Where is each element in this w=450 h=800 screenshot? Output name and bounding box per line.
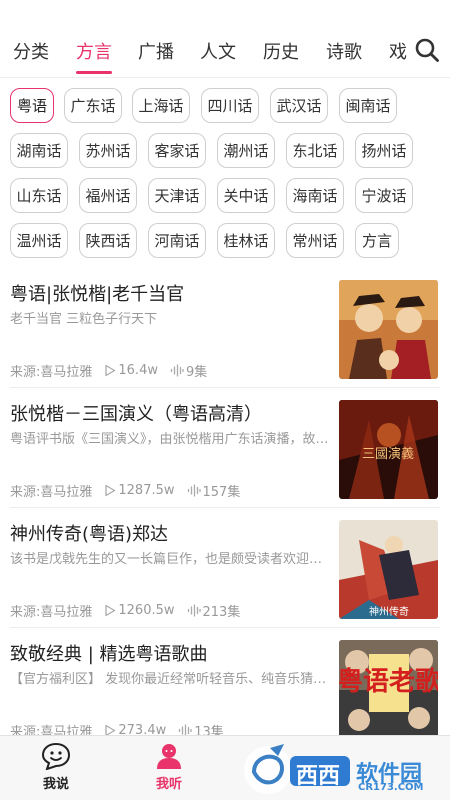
play-icon: [105, 364, 116, 377]
tab-opera[interactable]: 戏: [389, 38, 407, 64]
active-tab-indicator: [76, 71, 112, 74]
tab-dialect[interactable]: 方言: [76, 38, 112, 64]
tab-history[interactable]: 历史: [263, 38, 299, 64]
play-icon: [105, 604, 116, 617]
episode-count-value: 157集: [202, 485, 241, 500]
audio-wave-icon: [170, 364, 184, 377]
watermark-url: CR173.COM: [358, 782, 424, 793]
album-item[interactable]: 粤语|张悦楷|老千当官 老千当官 三粒色子行天下 来源:喜马拉雅 16.4w 9…: [0, 268, 450, 388]
episode-count-value: 9集: [185, 365, 208, 380]
chip-guanzhonghua[interactable]: 关中话: [217, 178, 275, 213]
dialect-chip-grid: 粤语 广东话 上海话 四川话 武汉话 闽南话 湖南话 苏州话 客家话 潮州话 东…: [0, 78, 450, 268]
chip-henanhua[interactable]: 河南话: [148, 223, 206, 258]
chip-fuzhouhua[interactable]: 福州话: [79, 178, 137, 213]
play-count-value: 1287.5w: [118, 483, 175, 498]
album-cover: 三國演義: [339, 400, 438, 499]
album-title: 张悦楷－三国演义（粤语高清）: [10, 404, 262, 425]
album-title: 神州传奇(粤语)郑达: [10, 524, 169, 545]
tab-poetry[interactable]: 诗歌: [326, 38, 362, 64]
album-meta: 来源:喜马拉雅 1287.5w 157集: [10, 481, 252, 500]
audio-wave-icon: [187, 604, 201, 617]
cover-title: 神州传奇: [369, 605, 409, 618]
site-watermark: 西西 软件园 CR173.COM: [240, 742, 450, 800]
play-count: 1260.5w: [104, 603, 175, 618]
episode-count: 157集: [187, 481, 241, 500]
chip-suzhouhua[interactable]: 苏州话: [79, 133, 137, 168]
album-title: 粤语|张悦楷|老千当官: [10, 284, 185, 305]
album-cover: 神州传奇: [339, 520, 438, 619]
chip-changzhouhua[interactable]: 常州话: [286, 223, 344, 258]
album-description: 粤语评书版《三国演义》，由张悦楷用广东话演播，故事…: [10, 432, 332, 447]
album-description: 【官方福利区】 发现你最近经常听轻音乐、纯音乐猜…: [10, 672, 327, 687]
top-tab-bar: 分类 方言 广播 人文 历史 诗歌 戏: [0, 0, 450, 78]
chip-hunanhua[interactable]: 湖南话: [10, 133, 68, 168]
episode-count: 213集: [187, 601, 241, 620]
episode-count-value: 213集: [202, 605, 241, 620]
album-item[interactable]: 致敬经典 | 精选粤语歌曲 【官方福利区】 发现你最近经常听轻音乐、纯音乐猜… …: [0, 628, 450, 748]
chip-wuhanhua[interactable]: 武汉话: [270, 88, 328, 123]
nav-listen[interactable]: 我听: [139, 742, 199, 798]
chip-kejiahua[interactable]: 客家话: [148, 133, 206, 168]
album-description: 老千当官 三粒色子行天下: [10, 312, 158, 327]
tab-category[interactable]: 分类: [13, 38, 49, 64]
chip-guilinhua[interactable]: 桂林话: [217, 223, 275, 258]
chip-tianjinhua[interactable]: 天津话: [148, 178, 206, 213]
category-tabs: 分类 方言 广播 人文 历史 诗歌 戏: [0, 0, 410, 78]
album-meta: 来源:喜马拉雅 1260.5w 213集: [10, 601, 252, 620]
cover-title: 三國演義: [362, 446, 414, 462]
nav-speak[interactable]: 我说: [26, 742, 86, 798]
album-source: 来源:喜马拉雅: [10, 365, 93, 380]
chip-minnanhua[interactable]: 闽南话: [339, 88, 397, 123]
album-description: 该书是戊戟先生的又一长篇巨作，也是颇受读者欢迎的…: [10, 552, 332, 567]
tab-broadcast[interactable]: 广播: [138, 38, 174, 64]
chip-sichuanhua[interactable]: 四川话: [201, 88, 259, 123]
search-button[interactable]: [414, 37, 440, 63]
chat-face-icon: [41, 742, 71, 770]
chip-shaanxihua[interactable]: 陕西话: [79, 223, 137, 258]
chip-fangyan[interactable]: 方言: [355, 223, 399, 258]
album-source: 来源:喜马拉雅: [10, 485, 93, 500]
chip-chaozhouhua[interactable]: 潮州话: [217, 133, 275, 168]
nav-listen-label: 我听: [155, 777, 182, 792]
album-cover: 粤语老歌: [339, 640, 438, 739]
album-source: 来源:喜马拉雅: [10, 605, 93, 620]
album-item[interactable]: 张悦楷－三国演义（粤语高清） 粤语评书版《三国演义》，由张悦楷用广东话演播，故事…: [0, 388, 450, 508]
chip-shanghaihua[interactable]: 上海话: [132, 88, 190, 123]
play-count: 1287.5w: [104, 483, 175, 498]
watermark-main: 西西: [296, 764, 341, 789]
chip-yueyu[interactable]: 粤语: [10, 88, 54, 123]
chip-ningbohua[interactable]: 宁波话: [355, 178, 413, 213]
chip-wenzhouhua[interactable]: 温州话: [10, 223, 68, 258]
album-cover: [339, 280, 438, 379]
play-icon: [105, 484, 116, 497]
album-title: 致敬经典 | 精选粤语歌曲: [10, 644, 208, 665]
chip-yangzhouhua[interactable]: 扬州话: [355, 133, 413, 168]
play-count-value: 16.4w: [118, 363, 158, 378]
cover-title: 粤语老歌: [339, 666, 438, 697]
play-count-value: 1260.5w: [118, 603, 175, 618]
play-count: 16.4w: [104, 363, 158, 378]
tab-humanities[interactable]: 人文: [200, 38, 236, 64]
chip-dongbeihua[interactable]: 东北话: [286, 133, 344, 168]
album-item[interactable]: 神州传奇(粤语)郑达 该书是戊戟先生的又一长篇巨作，也是颇受读者欢迎的… 来源:…: [0, 508, 450, 628]
user-icon: [157, 744, 181, 769]
album-meta: 来源:喜马拉雅 16.4w 9集: [10, 361, 219, 380]
search-icon: [415, 38, 439, 62]
chip-guangdonghua[interactable]: 广东话: [64, 88, 122, 123]
nav-speak-label: 我说: [42, 777, 69, 792]
chip-hainanhua[interactable]: 海南话: [286, 178, 344, 213]
audio-wave-icon: [187, 484, 201, 497]
episode-count: 9集: [170, 361, 207, 380]
chip-shandonghua[interactable]: 山东话: [10, 178, 68, 213]
